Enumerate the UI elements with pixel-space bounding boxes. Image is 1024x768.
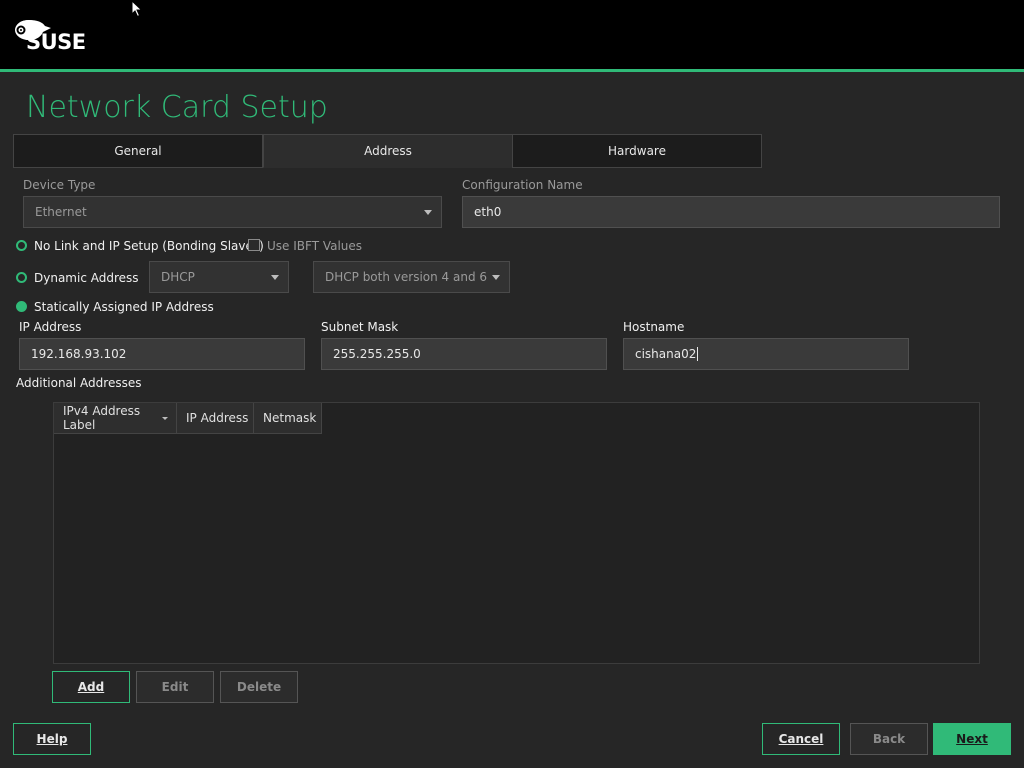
cancel-button[interactable]: Cancel [762,723,840,755]
mouse-cursor-icon [131,0,143,18]
configuration-name-value: eth0 [474,205,502,219]
additional-addresses-table[interactable]: IPv4 Address Label IP Address Netmask [53,402,980,664]
additional-addresses-label: Additional Addresses [16,376,142,390]
use-ibft-label: Use IBFT Values [267,239,363,253]
back-button[interactable]: Back [850,723,928,755]
tab-general[interactable]: General [13,134,263,168]
chevron-down-icon [492,275,500,280]
configuration-name-label: Configuration Name [462,178,583,192]
sort-arrow-icon [162,417,168,420]
hostname-value: cishana02 [635,347,697,361]
static-address-label: Statically Assigned IP Address [34,300,214,314]
text-cursor [697,347,699,361]
column-header-netmask[interactable]: Netmask [254,403,322,434]
dynamic-address-radio[interactable] [16,272,27,283]
no-link-label: No Link and IP Setup (Bonding Slaves) [34,239,264,253]
top-bar [0,0,1024,69]
static-address-radio[interactable] [16,301,27,312]
column-header-ip-address[interactable]: IP Address [177,403,254,434]
next-button[interactable]: Next [933,723,1011,755]
device-type-value: Ethernet [35,205,87,219]
subnet-mask-label: Subnet Mask [321,320,399,334]
ip-address-label: IP Address [19,320,82,334]
subnet-mask-value: 255.255.255.0 [333,347,421,361]
logo-dot [81,46,84,49]
dynamic-method-value: DHCP [161,270,195,284]
tab-bar: General Address Hardware [13,134,762,168]
chevron-down-icon [271,275,279,280]
edit-button[interactable]: Edit [136,671,214,703]
dhcp-version-value: DHCP both version 4 and 6 [325,270,488,284]
device-type-select[interactable]: Ethernet [23,196,442,228]
add-button[interactable]: Add [52,671,130,703]
chevron-down-icon [424,210,432,215]
column-header-ipv4-label[interactable]: IPv4 Address Label [54,403,177,434]
dhcp-version-select[interactable]: DHCP both version 4 and 6 [313,261,510,293]
help-button[interactable]: Help [13,723,91,755]
tab-hardware[interactable]: Hardware [512,134,762,168]
subnet-mask-field[interactable]: 255.255.255.0 [321,338,607,370]
no-link-radio[interactable] [16,240,27,251]
hostname-field[interactable]: cishana02 [623,338,909,370]
page-title: Network Card Setup [26,90,328,125]
dynamic-method-select[interactable]: DHCP [149,261,289,293]
device-type-label: Device Type [23,178,96,192]
configuration-name-field[interactable]: eth0 [462,196,1000,228]
top-bar-accent-line [0,69,1024,72]
dynamic-address-label: Dynamic Address [34,271,139,285]
hostname-label: Hostname [623,320,685,334]
use-ibft-checkbox[interactable] [248,239,260,251]
ip-address-value: 192.168.93.102 [31,347,127,361]
delete-button[interactable]: Delete [220,671,298,703]
suse-logo-text: SUSE [26,30,86,54]
tab-address[interactable]: Address [263,134,513,168]
ip-address-field[interactable]: 192.168.93.102 [19,338,305,370]
